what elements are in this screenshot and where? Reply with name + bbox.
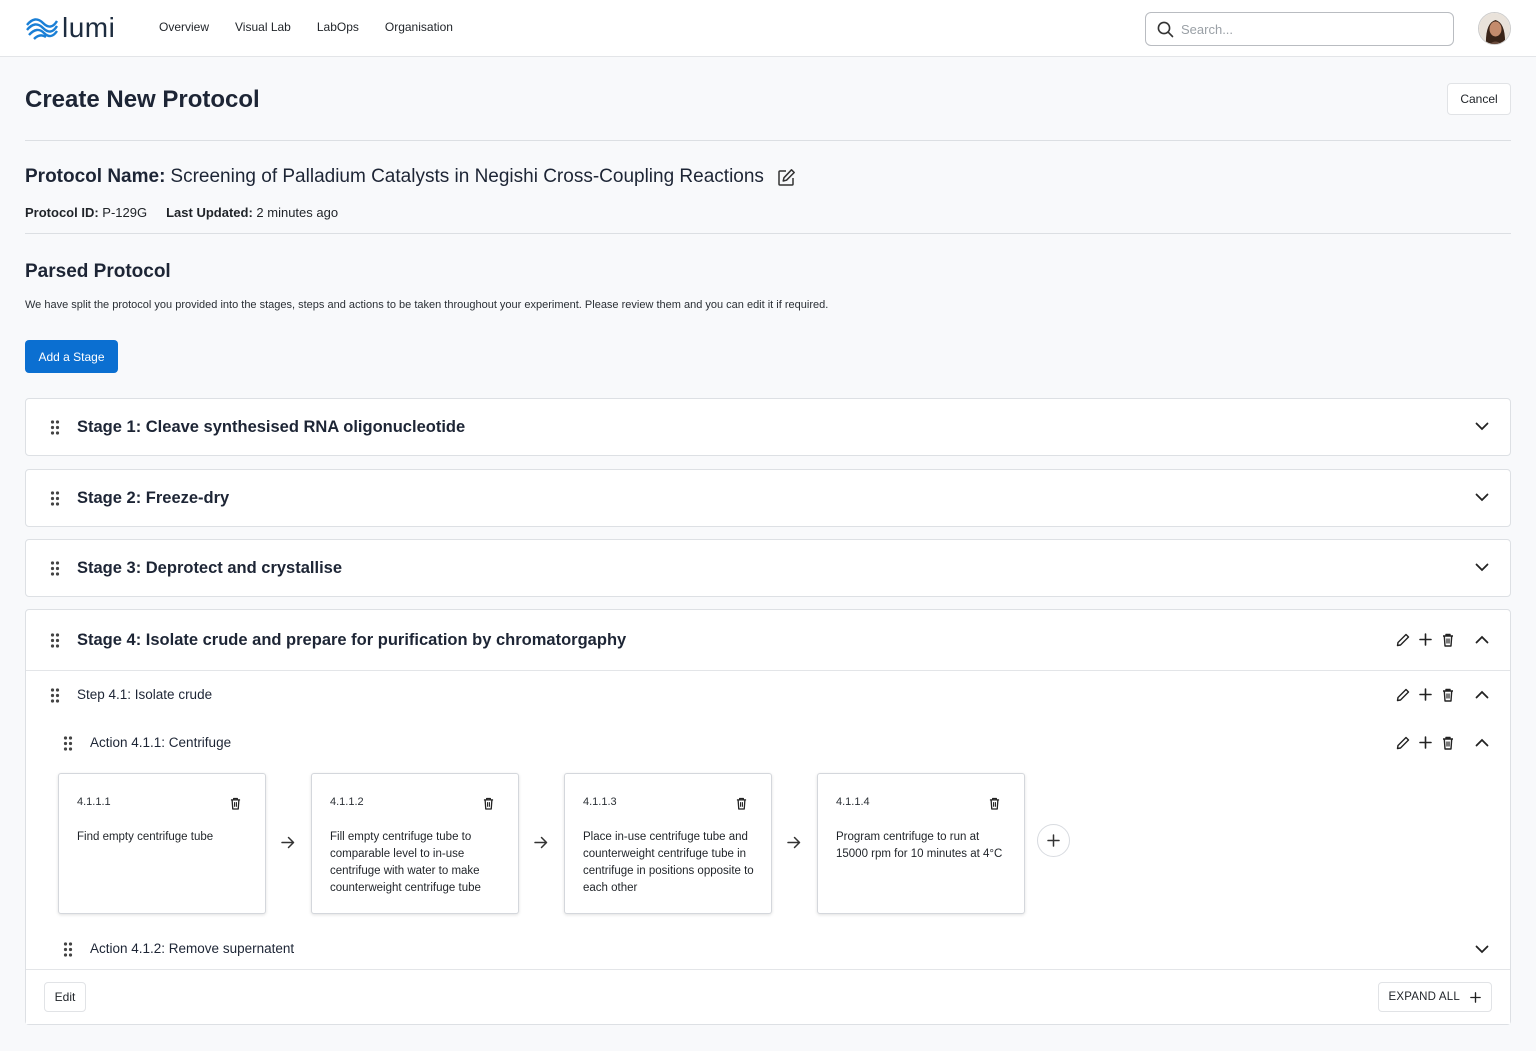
chevron-down-icon[interactable]	[1475, 563, 1489, 572]
search-icon	[1157, 21, 1174, 38]
chevron-down-icon[interactable]	[1475, 493, 1489, 502]
nav-labops[interactable]: LabOps	[317, 20, 359, 34]
logo-text: lumi	[62, 12, 116, 43]
add-card-button[interactable]	[1037, 824, 1070, 857]
card-text: Find empty centrifuge tube	[77, 831, 214, 843]
plus-icon[interactable]	[1419, 633, 1432, 646]
section-title: Parsed Protocol	[25, 261, 171, 282]
chevron-up-icon[interactable]	[1475, 635, 1489, 644]
stage-2[interactable]: Stage 2: Freeze-dry	[25, 469, 1511, 527]
top-bar: lumi Overview Visual Lab LabOps Organisa…	[0, 0, 1536, 57]
stage-footer: Edit EXPAND ALL	[26, 969, 1510, 1024]
stage-title: Stage 2: Freeze-dry	[77, 489, 230, 507]
trash-icon[interactable]	[989, 797, 1000, 810]
trash-icon[interactable]	[230, 797, 241, 810]
card-number: 4.1.1.2	[330, 796, 364, 808]
stage-title: Stage 3: Deprotect and crystallise	[77, 559, 343, 577]
lumi-wave-icon	[26, 18, 59, 40]
trash-icon[interactable]	[1442, 688, 1454, 702]
nav-overview[interactable]: Overview	[159, 20, 209, 34]
card-text: Program centrifuge to run at 15000 rpm f…	[836, 831, 1003, 860]
drag-handle-icon[interactable]	[50, 633, 60, 648]
action-title: Action 4.1.2: Remove supernatent	[90, 941, 295, 956]
arrow-right-icon	[281, 836, 295, 849]
protocol-id: Protocol ID: P-129G	[25, 205, 148, 220]
pencil-icon[interactable]	[1396, 736, 1410, 750]
main-nav: Overview Visual Lab LabOps Organisation	[159, 20, 479, 34]
drag-handle-icon[interactable]	[50, 420, 60, 435]
plus-icon[interactable]	[1419, 736, 1432, 749]
cancel-button[interactable]: Cancel	[1447, 83, 1511, 115]
card-number: 4.1.1.4	[836, 796, 870, 808]
drag-handle-icon[interactable]	[63, 736, 73, 751]
divider	[25, 233, 1511, 234]
pencil-icon[interactable]	[1396, 633, 1410, 647]
protocol-name: Screening of Palladium Catalysts in Negi…	[170, 166, 764, 187]
expand-all-button[interactable]: EXPAND ALL	[1377, 982, 1492, 1012]
chevron-down-icon[interactable]	[1475, 945, 1489, 954]
page-title: Create New Protocol	[25, 86, 260, 113]
trash-icon[interactable]	[483, 797, 494, 810]
plus-icon	[1047, 834, 1060, 847]
plus-icon	[1470, 991, 1481, 1003]
section-description: We have split the protocol you provided …	[25, 299, 829, 311]
edit-icon[interactable]	[777, 168, 796, 187]
lumi-logo[interactable]: lumi	[25, 14, 115, 42]
card-text: Fill empty centrifuge tube to comparable…	[330, 831, 481, 894]
drag-handle-icon[interactable]	[50, 561, 60, 576]
stage-3[interactable]: Stage 3: Deprotect and crystallise	[25, 539, 1511, 597]
edit-button[interactable]: Edit	[44, 982, 86, 1012]
drag-handle-icon[interactable]	[50, 491, 60, 506]
add-stage-button[interactable]: Add a Stage	[25, 340, 118, 373]
nav-visual-lab[interactable]: Visual Lab	[235, 20, 291, 34]
chevron-down-icon[interactable]	[1475, 422, 1489, 431]
stage-title: Stage 1: Cleave synthesised RNA oligonuc…	[77, 418, 466, 436]
drag-handle-icon[interactable]	[50, 688, 60, 703]
stage-4: Stage 4: Isolate crude and prepare for p…	[25, 609, 1511, 1025]
protocol-meta: Protocol ID: P-129G Last Updated: 2 minu…	[25, 205, 357, 220]
trash-icon[interactable]	[736, 797, 747, 810]
stage-1[interactable]: Stage 1: Cleave synthesised RNA oligonuc…	[25, 398, 1511, 456]
trash-icon[interactable]	[1442, 633, 1454, 647]
divider	[26, 670, 1510, 671]
card-number: 4.1.1.1	[77, 796, 111, 808]
action-card[interactable]: 4.1.1.1 Find empty centrifuge tube	[58, 773, 266, 914]
protocol-name-label: Protocol Name:	[25, 166, 166, 187]
action-title: Action 4.1.1: Centrifuge	[90, 735, 232, 750]
trash-icon[interactable]	[1442, 736, 1454, 750]
pencil-icon[interactable]	[1396, 688, 1410, 702]
arrow-right-icon	[534, 836, 548, 849]
card-text: Place in-use centrifuge tube and counter…	[583, 831, 754, 894]
action-card[interactable]: 4.1.1.4 Program centrifuge to run at 150…	[817, 773, 1025, 914]
card-number: 4.1.1.3	[583, 796, 617, 808]
plus-icon[interactable]	[1419, 688, 1432, 701]
protocol-name-row: Protocol Name: Screening of Palladium Ca…	[25, 166, 796, 188]
chevron-up-icon[interactable]	[1475, 690, 1489, 699]
arrow-right-icon	[787, 836, 801, 849]
action-card[interactable]: 4.1.1.2 Fill empty centrifuge tube to co…	[311, 773, 519, 914]
chevron-up-icon[interactable]	[1475, 738, 1489, 747]
search-box[interactable]	[1145, 12, 1454, 46]
action-card[interactable]: 4.1.1.3 Place in-use centrifuge tube and…	[564, 773, 772, 914]
search-input[interactable]	[1181, 21, 1431, 37]
stage-title: Stage 4: Isolate crude and prepare for p…	[77, 631, 627, 649]
last-updated: Last Updated: 2 minutes ago	[166, 205, 339, 220]
nav-organisation[interactable]: Organisation	[385, 20, 453, 34]
step-title: Step 4.1: Isolate crude	[77, 687, 213, 702]
divider	[25, 140, 1511, 141]
user-avatar[interactable]	[1478, 12, 1511, 45]
drag-handle-icon[interactable]	[63, 942, 73, 957]
expand-all-label: EXPAND ALL	[1388, 991, 1460, 1003]
